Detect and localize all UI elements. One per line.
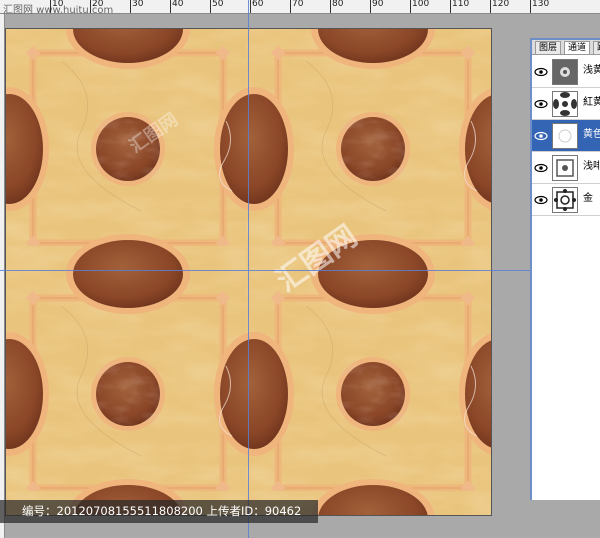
ruler-tick-label: 50 [212,0,224,9]
layer-row[interactable]: 浅黄 [532,56,600,88]
ruler-tick-label: 30 [132,0,144,9]
layer-name[interactable]: 金 [583,193,593,205]
ruler-tick-label: 20 [92,0,104,9]
ruler-tick [370,0,371,13]
panel-tabs: 图层 通道 路 [532,40,600,55]
image-caption: 编号：20120708155511808200 上传者ID：90462 [0,500,318,523]
ruler-tick-label: 40 [172,0,184,9]
layer-row-selected[interactable]: 黄色 [532,120,600,152]
ruler-tick [490,0,491,13]
eye-icon[interactable] [534,161,548,175]
eye-icon[interactable] [534,97,548,111]
layer-thumbnail [552,187,578,213]
layers-panel: 图层 通道 路 浅黄 紅黄 黄色 浅啡 金 [530,38,600,500]
ruler-tick-label: 110 [452,0,470,9]
ruler-tick-label: 80 [332,0,344,9]
tab-paths[interactable]: 路 [593,41,600,54]
tab-channels[interactable]: 通道 [564,41,591,54]
ruler-tick [410,0,411,13]
ruler-tick [330,0,331,13]
layer-name[interactable]: 浅啡 [583,161,600,173]
ruler-tick [170,0,171,13]
layer-name[interactable]: 紅黄 [583,97,600,109]
layer-name[interactable]: 浅黄 [583,65,600,77]
vertical-guide[interactable] [248,0,249,538]
eye-icon[interactable] [534,129,548,143]
ruler-tick-label: 120 [492,0,510,9]
ruler-tick-label: 70 [292,0,304,9]
layer-row[interactable]: 金 [532,184,600,216]
layer-row[interactable]: 浅啡 [532,152,600,184]
ruler-tick [250,0,251,13]
ruler-tick [210,0,211,13]
top-ruler: 汇图网 www.huitu.com 10 20 30 40 50 60 70 80 90 100 1… [0,0,600,16]
eye-icon[interactable] [534,65,548,79]
ruler-tick [450,0,451,13]
ruler-tick [90,0,91,13]
ruler-tick-label: 130 [532,0,550,9]
layer-thumbnail [552,123,578,149]
layer-thumbnail [552,155,578,181]
ruler-tick [50,0,51,13]
layer-thumbnail [552,91,578,117]
eye-icon[interactable] [534,193,548,207]
ruler-tick [290,0,291,13]
ruler-tick [530,0,531,13]
ruler-tick-label: 90 [372,0,384,9]
layer-thumbnail [552,59,578,85]
layer-name[interactable]: 黄色 [583,129,600,141]
ruler-tick-label: 60 [252,0,264,9]
layer-row[interactable]: 紅黄 [532,88,600,120]
ruler-tick-label: 10 [52,0,64,9]
ruler-tick [130,0,131,13]
tab-layers[interactable]: 图层 [535,41,562,54]
ruler-tick-label: 100 [412,0,430,9]
horizontal-guide[interactable] [0,270,600,271]
marble-tile-pattern [6,29,491,515]
